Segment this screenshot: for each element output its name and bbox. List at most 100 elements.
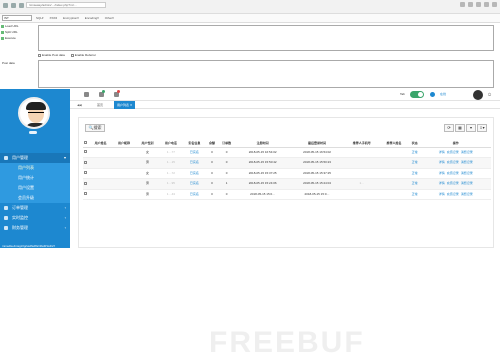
recharge-log-link[interactable]: 充值记录 — [447, 160, 459, 164]
tab-toggle-switch[interactable] — [410, 91, 424, 98]
col-phone[interactable]: 用户电话 — [159, 140, 183, 148]
notification-badge — [117, 90, 120, 93]
table-tools: ⟳ ▦ ▾ ⇩▾ — [444, 124, 487, 132]
col-realname[interactable]: 实名信息 — [182, 140, 207, 148]
sidebar-item-upgrade[interactable]: 会员升级 — [0, 193, 70, 203]
sidebar-item-user-list[interactable]: 用户列表 — [0, 163, 70, 173]
theme-dot-icon[interactable] — [430, 92, 435, 97]
table-cell — [379, 189, 409, 200]
power-icon[interactable]: ⏻ — [488, 92, 491, 97]
sidebar-menu: 用户管理 ▾ 用户列表 用户统计 用户设置 会员升级 订单管理 ‹ 实时监控 ‹ 财务… — [0, 153, 70, 233]
row-actions: 详情 充值记录 消费记录 — [420, 168, 491, 179]
consume-log-link[interactable]: 消费记录 — [461, 192, 473, 196]
table-cell: 已实名 — [182, 178, 207, 190]
recharge-log-link[interactable]: 充值记录 — [447, 192, 459, 196]
hackbar-menu-encryption[interactable]: Encryption▾ — [63, 16, 79, 20]
export-icon[interactable]: ⇩▾ — [477, 124, 487, 132]
dropdown-icon[interactable]: ▾ — [466, 124, 476, 132]
avatar[interactable] — [18, 97, 50, 129]
columns-icon[interactable]: ▦ — [455, 124, 465, 132]
table-cell: 0 — [206, 157, 218, 169]
hackbar-menu-other[interactable]: Other▾ — [105, 16, 114, 20]
col-register-time[interactable]: 注册时间 — [235, 140, 290, 148]
col-gender[interactable]: 用户性别 — [135, 140, 160, 148]
hackbar-url-textarea[interactable] — [38, 25, 494, 51]
hackbar-menu-sql[interactable]: SQL▾ — [36, 16, 44, 20]
back-icon[interactable] — [3, 3, 8, 8]
menu-icon[interactable] — [492, 2, 497, 7]
bookmark-icon[interactable] — [460, 2, 465, 7]
table-row[interactable]: 男 1…43 已实名 0 0 2018-05-15 15:0… 2018-05-15 15:… — [83, 189, 491, 200]
hackbar-menu-xss[interactable]: XSS▾ — [50, 16, 58, 20]
hackbar-options: Enable Post data Enable Referrer — [38, 53, 96, 57]
download-icon[interactable] — [468, 2, 473, 7]
table-cell — [88, 178, 113, 190]
table-cell: 2018-05-15 15:24:04 — [289, 178, 345, 190]
table-cell — [88, 147, 113, 158]
tab-nav-back[interactable]: ◀◀ — [74, 101, 85, 109]
topbar-avatar[interactable] — [473, 90, 483, 100]
consume-log-link[interactable]: 消费记录 — [461, 150, 473, 154]
hackbar-type-select[interactable]: INT — [2, 15, 32, 21]
extension-icon[interactable] — [484, 2, 489, 7]
col-last-login[interactable]: 最后登录时间 — [289, 140, 345, 148]
detail-link[interactable]: 详情 — [439, 181, 445, 185]
consume-log-link[interactable]: 消费记录 — [461, 181, 473, 185]
page-tabs: ◀◀ 首页 用户列表 ✕ — [70, 101, 500, 109]
sidebar-item-user-settings[interactable]: 用户设置 — [0, 183, 70, 193]
sidebar-item-monitor[interactable]: 实时监控 ‹ — [0, 213, 70, 223]
recharge-log-link[interactable]: 充值记录 — [447, 181, 459, 185]
row-actions: 详情 充值记录 消费记录 — [420, 189, 491, 200]
table-row[interactable]: 男 1…15 已实名 0 0 2018-05-15 15:50:42 2018-05-15 … — [83, 157, 491, 169]
reload-icon[interactable] — [19, 3, 24, 8]
recharge-log-link[interactable]: 充值记录 — [447, 171, 459, 175]
orders-icon — [4, 206, 8, 210]
table-cell: 2018-05-15 15:0… — [289, 189, 345, 200]
sidebar-item-user-management[interactable]: 用户管理 ▾ — [0, 153, 70, 163]
hackbar-menu-encoding[interactable]: Encoding▾ — [85, 16, 99, 20]
post-data-textarea[interactable] — [38, 60, 494, 88]
table-row[interactable]: 女 1…72 已实名 0 0 2018-05-15 15:37:25 2018-05-15 … — [83, 168, 491, 179]
col-referrer-name[interactable]: 推荐人姓名 — [379, 140, 409, 148]
detail-link[interactable]: 详情 — [439, 150, 445, 154]
col-orders[interactable]: 订单数 — [217, 140, 236, 148]
table-cell: 1…15 — [159, 157, 183, 169]
recharge-log-link[interactable]: 充值记录 — [447, 150, 459, 154]
enable-referrer-checkbox[interactable]: Enable Referrer — [70, 53, 96, 57]
collapse-menu-icon[interactable] — [84, 92, 89, 97]
tab-user-list[interactable]: 用户列表 ✕ — [114, 101, 136, 109]
tab-home[interactable]: 首页 — [94, 101, 106, 109]
execute-button[interactable]: Execute — [0, 35, 38, 41]
forward-icon[interactable] — [11, 3, 16, 8]
col-status[interactable]: 状态 — [408, 140, 421, 148]
topbar-icons — [84, 90, 120, 97]
table-row[interactable]: 男 1…95 已实名 0 1 2018-05-15 15:24:06 2018-05-15 … — [83, 178, 491, 190]
search-button[interactable]: 🔍搜索 — [85, 124, 105, 132]
refresh-icon[interactable]: ⟳ — [444, 124, 454, 132]
home-icon[interactable] — [476, 2, 481, 7]
enable-post-checkbox[interactable]: Enable Post data — [38, 53, 65, 57]
table-cell: 女 — [135, 168, 160, 179]
address-bar[interactable]: /cmseasy/admin/…/index.php?m=… — [26, 2, 106, 8]
table-cell — [344, 147, 380, 158]
col-balance[interactable]: 余额 — [206, 140, 218, 148]
consume-log-link[interactable]: 消费记录 — [461, 171, 473, 175]
notification-icon[interactable] — [114, 90, 120, 97]
sidebar-item-user-stats[interactable]: 用户统计 — [0, 173, 70, 183]
table-cell — [88, 168, 113, 179]
detail-link[interactable]: 详情 — [439, 171, 445, 175]
detail-link[interactable]: 详情 — [439, 160, 445, 164]
table-cell — [344, 189, 380, 200]
sidebar-item-finance[interactable]: 财务管理 ‹ — [0, 223, 70, 233]
table-row[interactable]: 女 1…77 已实名 0 0 2018-05-15 16:54:02 2018-05-15 … — [83, 147, 491, 158]
col-name[interactable]: 用户姓名 — [88, 140, 113, 148]
col-referrer-phone[interactable]: 推荐人手机号 — [344, 140, 380, 148]
table-cell: 正常 — [408, 178, 421, 190]
consume-log-link[interactable]: 消费记录 — [461, 160, 473, 164]
detail-link[interactable]: 详情 — [439, 192, 445, 196]
message-icon[interactable] — [99, 90, 105, 97]
sidebar-item-orders[interactable]: 订单管理 ‹ — [0, 203, 70, 213]
monitor-icon — [4, 216, 8, 220]
col-nickname[interactable]: 用户昵称 — [112, 140, 136, 148]
admin-sidebar: 用户管理 ▾ 用户列表 用户统计 用户设置 会员升级 订单管理 ‹ 实时监控 ‹ 财务… — [0, 89, 70, 248]
